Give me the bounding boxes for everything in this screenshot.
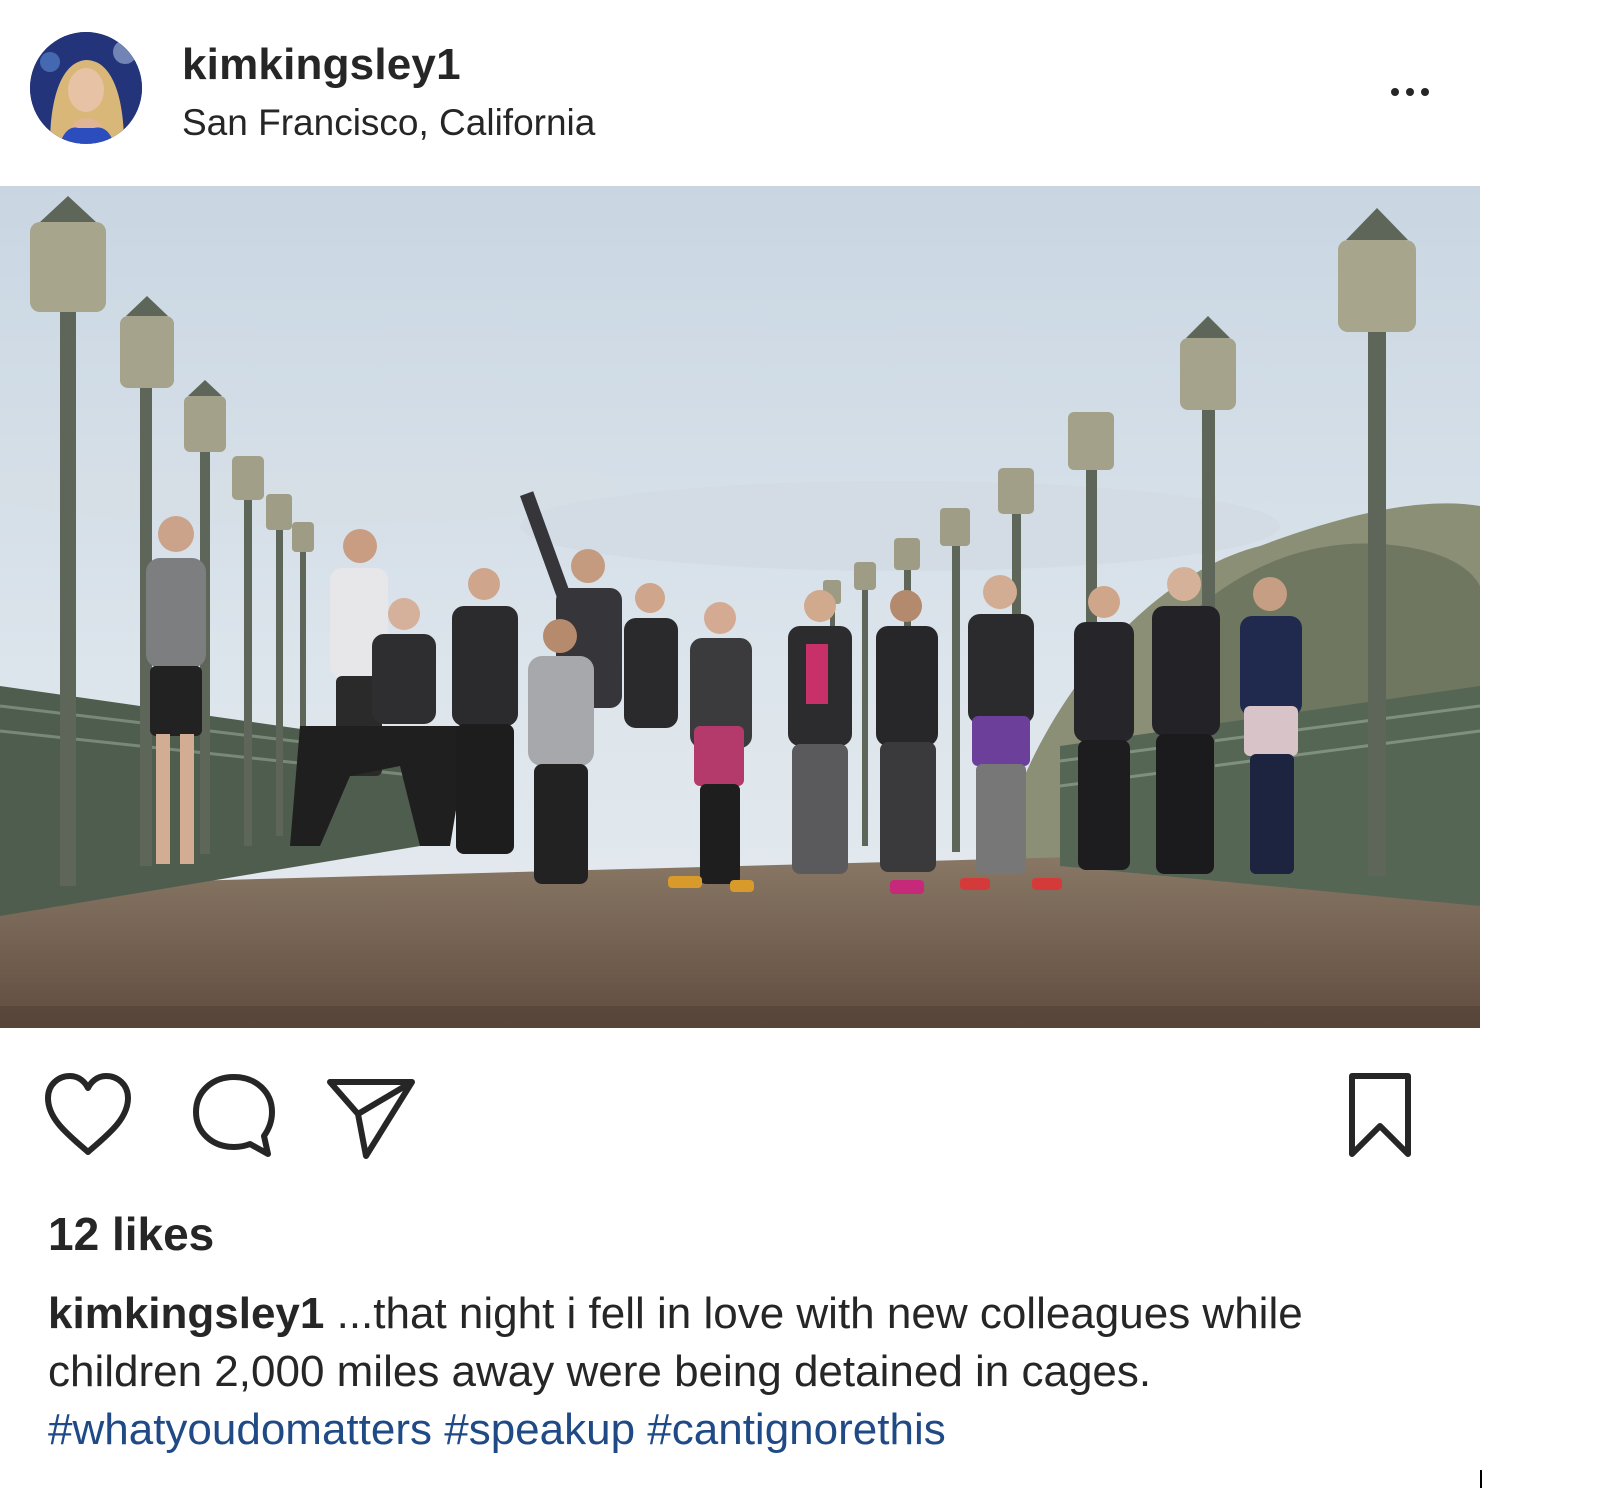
like-button[interactable] — [40, 1070, 136, 1160]
post-location[interactable]: San Francisco, California — [182, 102, 595, 144]
share-button[interactable] — [322, 1070, 418, 1160]
post-header: kimkingsley1 San Francisco, California — [0, 0, 1480, 186]
avatar-image — [30, 32, 142, 144]
more-horizontal-icon — [1391, 88, 1399, 96]
more-options-button[interactable] — [1380, 72, 1440, 112]
share-icon — [327, 1079, 415, 1159]
save-button[interactable] — [1344, 1070, 1416, 1160]
post-username[interactable]: kimkingsley1 — [182, 40, 461, 90]
post-caption: kimkingsley1 ...that night i fell in lov… — [48, 1285, 1468, 1459]
avatar[interactable] — [30, 32, 142, 144]
text-cursor — [1480, 1470, 1482, 1488]
likes-count[interactable]: 12 likes — [48, 1207, 214, 1261]
hashtag-link[interactable]: #cantignorethis — [647, 1405, 945, 1454]
post-photo[interactable] — [0, 186, 1480, 1028]
comment-icon — [193, 1074, 275, 1157]
caption-username[interactable]: kimkingsley1 — [48, 1289, 324, 1338]
hashtag-link[interactable]: #speakup — [444, 1405, 635, 1454]
bookmark-icon — [1349, 1073, 1411, 1157]
comment-button[interactable] — [186, 1070, 282, 1160]
heart-icon — [45, 1073, 131, 1155]
post-action-bar — [0, 1070, 1480, 1180]
hashtag-link[interactable]: #whatyoudomatters — [48, 1405, 432, 1454]
post-photo-image — [0, 186, 1480, 1028]
